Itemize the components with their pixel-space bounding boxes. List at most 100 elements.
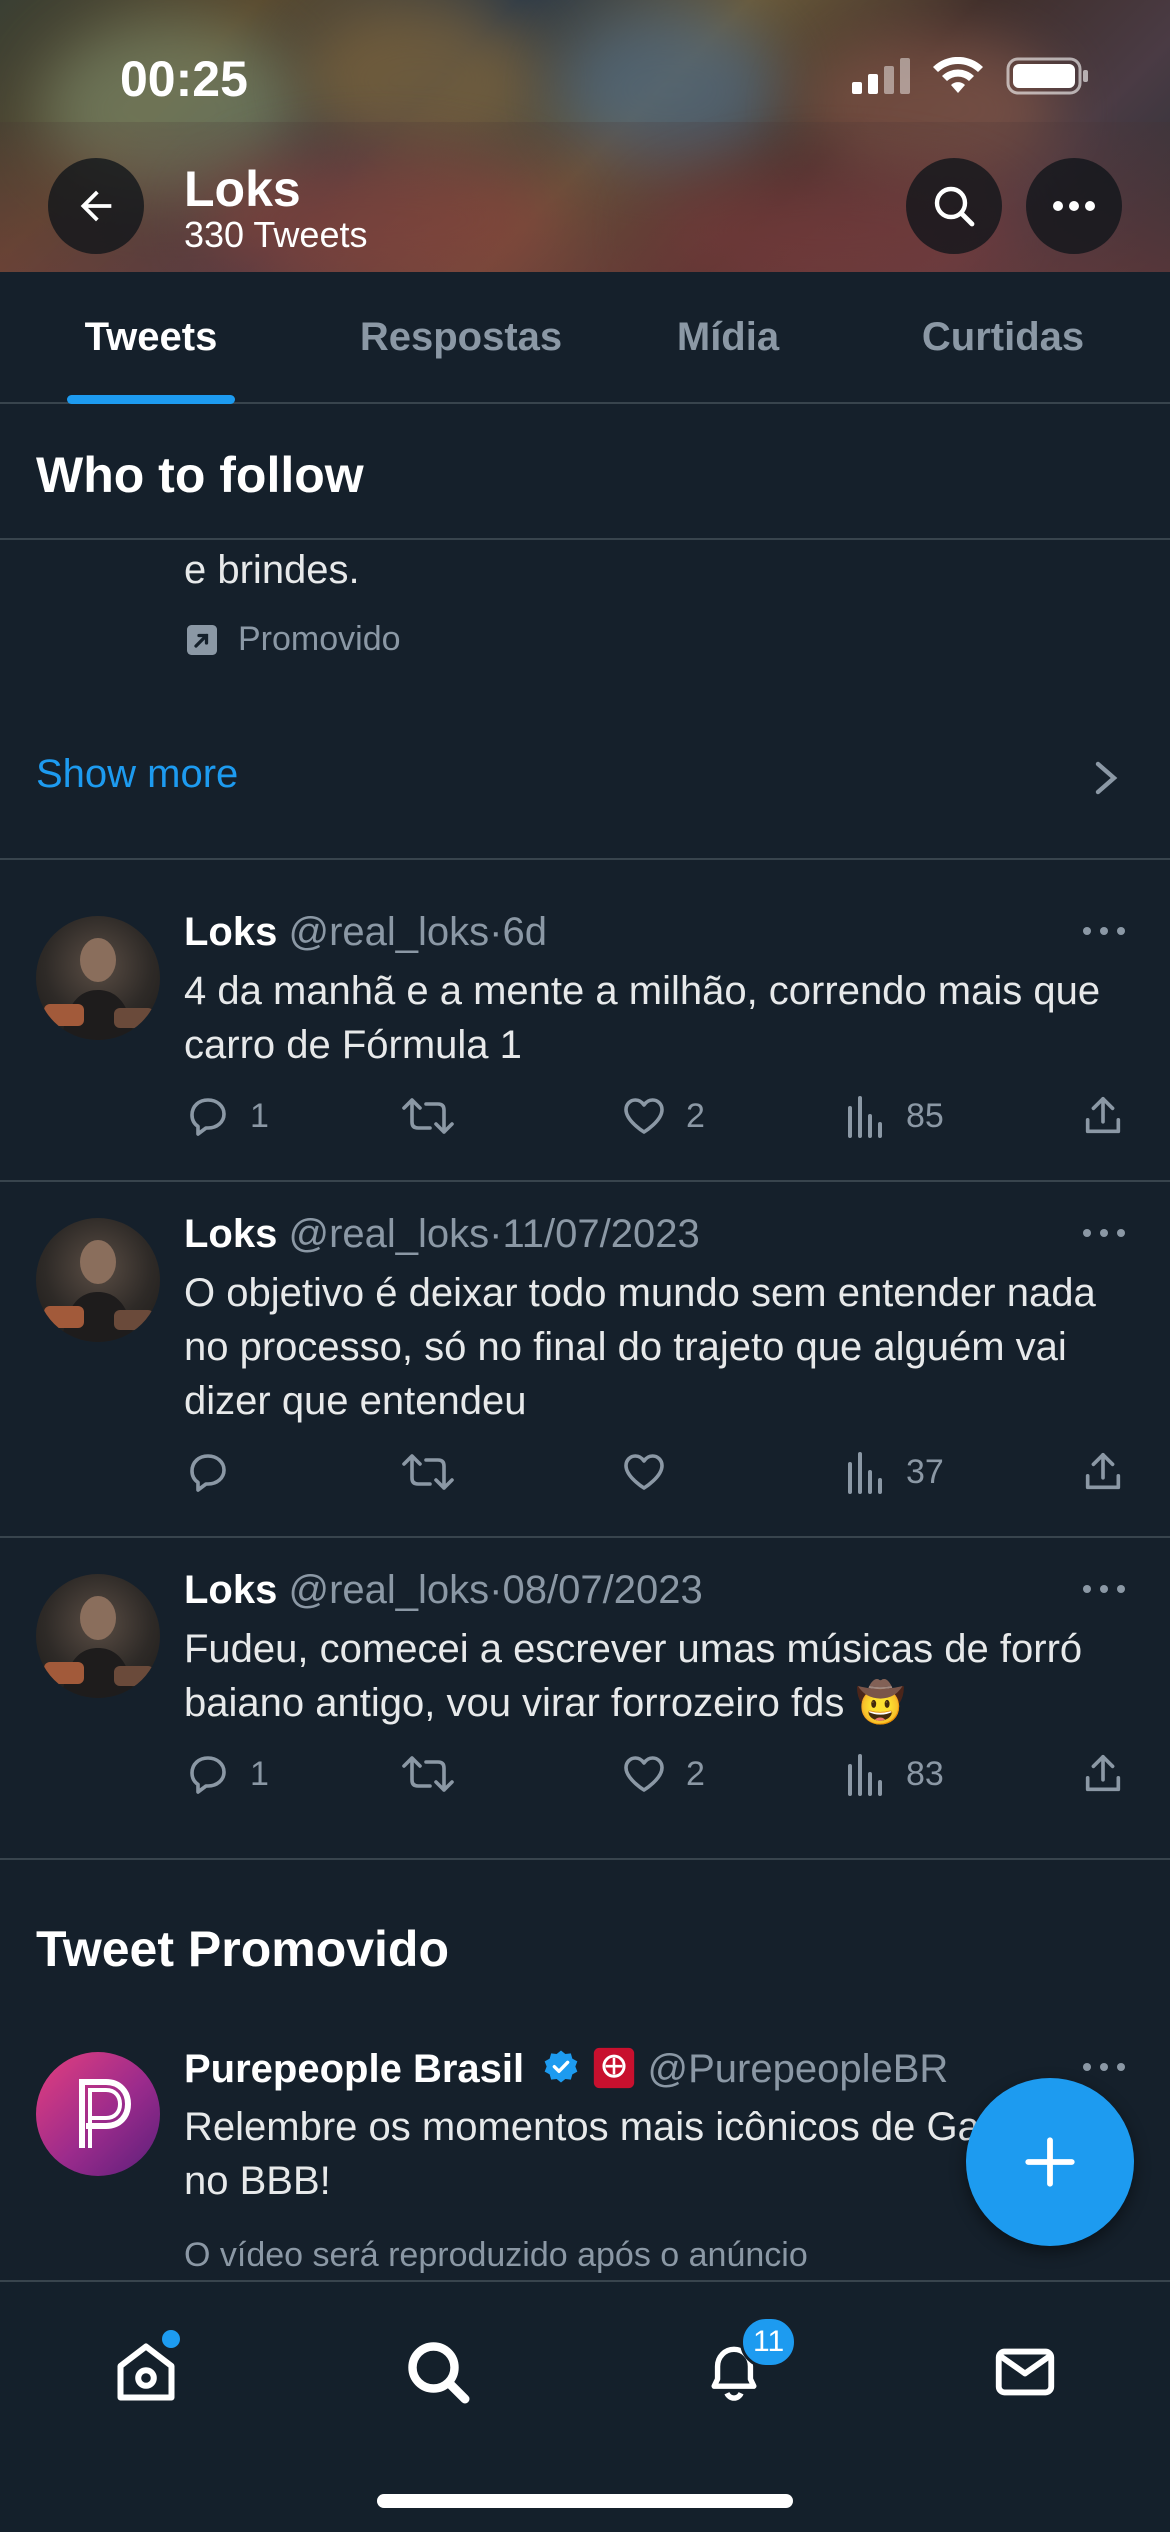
nav-notifications[interactable]: 11 <box>684 2316 798 2422</box>
profile-name: Loks <box>184 161 301 217</box>
views-count: 85 <box>906 1096 944 1135</box>
bar-chart-icon <box>848 1452 882 1494</box>
back-button[interactable] <box>48 158 144 254</box>
more-horizontal-icon <box>1053 201 1095 211</box>
home-indicator <box>377 2494 793 2508</box>
tweet-separator: · <box>489 1212 503 1256</box>
tweet-more-icon[interactable] <box>1082 2062 1126 2072</box>
views-button[interactable]: 83 <box>844 1744 944 1804</box>
promoted-label: Promovido <box>184 620 401 659</box>
tweet-more-icon[interactable] <box>1082 926 1126 936</box>
retweet-icon <box>402 1756 454 1792</box>
avatar[interactable] <box>36 1574 160 1698</box>
reply-icon <box>190 1756 226 1794</box>
retweet-button[interactable] <box>400 1442 474 1502</box>
tweet-separator: · <box>489 910 503 954</box>
cellular-signal-icon <box>852 58 910 94</box>
tweet-handle[interactable]: @real_loks <box>288 1568 489 1612</box>
share-button[interactable] <box>1080 1442 1126 1502</box>
home-unread-dot <box>162 2330 180 2348</box>
share-icon <box>1085 1096 1121 1134</box>
tweet-author-name[interactable]: Loks <box>184 910 277 954</box>
promo-account-bio: e brindes. <box>184 548 360 592</box>
tweet-handle[interactable]: @PurepeopleBR <box>648 2047 949 2091</box>
like-count: 2 <box>686 1754 705 1793</box>
tweet-item[interactable]: Loks @real_loks·6d 4 da manhã e a mente … <box>0 860 1170 1178</box>
share-button[interactable] <box>1080 1744 1126 1804</box>
tab-tweets[interactable]: Tweets <box>0 272 302 402</box>
reply-button[interactable]: 1 <box>184 1744 269 1804</box>
tweet-date[interactable]: 11/07/2023 <box>503 1212 700 1256</box>
tab-curtidas[interactable]: Curtidas <box>836 272 1170 402</box>
search-icon <box>408 2342 470 2404</box>
status-time: 00:25 <box>120 51 248 107</box>
more-options-button[interactable] <box>1026 158 1122 254</box>
reply-button[interactable] <box>184 1442 250 1502</box>
avatar-image <box>44 1596 154 1698</box>
avatar-image <box>44 1240 154 1342</box>
tweet-date[interactable]: 08/07/2023 <box>503 1568 703 1612</box>
tab-respostas[interactable]: Respostas <box>302 272 620 402</box>
verified-badge-icon <box>544 2050 578 2083</box>
bar-chart-icon <box>848 1096 882 1138</box>
show-more-link[interactable]: Show more <box>36 752 238 797</box>
avatar[interactable] <box>36 1218 160 1342</box>
tweet-text: 4 da manhã e a mente a milhão, correndo … <box>184 969 1101 1067</box>
mail-icon <box>995 2348 1055 2396</box>
tweet-header: Loks @real_loks·11/07/2023 <box>184 1212 700 1257</box>
battery-icon <box>1006 57 1088 95</box>
nav-home[interactable] <box>96 2322 196 2422</box>
promoted-label-text: Promovido <box>238 620 401 658</box>
bar-chart-icon <box>848 1754 882 1796</box>
share-icon <box>1085 1452 1121 1490</box>
search-button[interactable] <box>906 158 1002 254</box>
arrow-left-icon <box>80 190 112 222</box>
tweet-date[interactable]: 6d <box>503 910 548 954</box>
avatar[interactable] <box>36 916 160 1040</box>
tweet-more-icon[interactable] <box>1082 1228 1126 1238</box>
reply-icon <box>190 1454 226 1492</box>
views-button[interactable]: 37 <box>844 1442 944 1502</box>
tweet-count: 330 Tweets <box>184 214 368 255</box>
promoted-section-title: Tweet Promovido <box>36 1921 450 1977</box>
tweet-item[interactable]: Loks @real_loks·11/07/2023 O objetivo é … <box>0 1182 1170 1536</box>
avatar[interactable] <box>36 2052 160 2176</box>
share-button[interactable] <box>1080 1086 1126 1146</box>
reply-button[interactable]: 1 <box>184 1086 269 1146</box>
nav-search[interactable] <box>388 2322 488 2422</box>
tweet-author-name[interactable]: Purepeople Brasil <box>184 2047 524 2091</box>
like-button[interactable]: 2 <box>620 1744 705 1804</box>
like-count: 2 <box>686 1096 705 1135</box>
chevron-right-icon <box>1095 761 1118 795</box>
tweet-handle[interactable]: @real_loks <box>288 910 489 954</box>
profile-tabs: Tweets Respostas Mídia Curtidas <box>0 272 1170 404</box>
tweet-author-name[interactable]: Loks <box>184 1212 277 1256</box>
tweet-actions: 1 2 85 <box>184 1086 1134 1146</box>
reply-icon <box>190 1098 226 1136</box>
like-button[interactable]: 2 <box>620 1086 705 1146</box>
compose-tweet-button[interactable] <box>966 2078 1134 2246</box>
heart-icon <box>624 1756 664 1792</box>
tweet-more-icon[interactable] <box>1082 1584 1126 1594</box>
retweet-icon <box>402 1098 454 1134</box>
retweet-button[interactable] <box>400 1086 474 1146</box>
who-to-follow-title: Who to follow <box>36 447 364 503</box>
nav-messages[interactable] <box>975 2322 1075 2422</box>
tweet-item[interactable]: Loks @real_loks·08/07/2023 Fudeu, comece… <box>0 1538 1170 1858</box>
retweet-icon <box>402 1454 454 1490</box>
promoted-icon <box>187 624 217 655</box>
heart-icon <box>624 1454 664 1490</box>
retweet-button[interactable] <box>400 1744 474 1804</box>
like-button[interactable] <box>620 1442 686 1502</box>
views-count: 83 <box>906 1754 944 1793</box>
affiliate-badge-icon <box>594 2047 635 2089</box>
tweet-text: O objetivo é deixar todo mundo sem enten… <box>184 1271 1096 1423</box>
tweet-header: Loks @real_loks·6d <box>184 910 547 955</box>
tab-midia[interactable]: Mídia <box>620 272 836 402</box>
views-button[interactable]: 85 <box>844 1086 944 1146</box>
tweet-header: Purepeople Brasil @PurepeopleBR <box>184 2046 948 2092</box>
tweet-handle[interactable]: @real_loks <box>288 1212 489 1256</box>
avatar-image <box>44 938 154 1040</box>
tweet-author-name[interactable]: Loks <box>184 1568 277 1612</box>
status-icons <box>852 56 1090 96</box>
